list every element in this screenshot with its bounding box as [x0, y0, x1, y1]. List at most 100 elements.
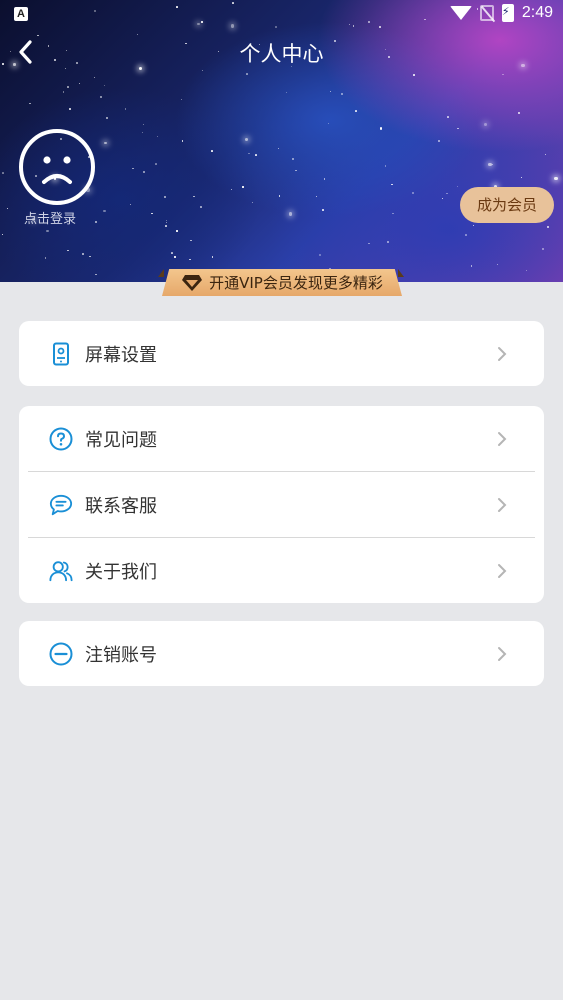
star	[246, 73, 248, 75]
star	[189, 258, 192, 261]
star	[176, 230, 178, 232]
star	[242, 186, 244, 188]
star	[457, 186, 459, 188]
star	[386, 241, 389, 244]
star	[105, 116, 109, 119]
star	[165, 221, 168, 224]
star	[201, 69, 203, 71]
star	[330, 91, 332, 93]
star	[129, 203, 132, 206]
star	[154, 162, 157, 165]
star	[125, 108, 127, 110]
sad-face-icon	[42, 156, 72, 184]
star	[141, 131, 144, 133]
star	[89, 255, 91, 258]
star	[488, 163, 492, 167]
login-link[interactable]: 点击登录	[24, 208, 76, 227]
star	[69, 108, 72, 111]
users-icon	[49, 559, 73, 583]
star	[390, 183, 393, 186]
menu-item-label: 常见问题	[85, 429, 157, 451]
star	[165, 225, 168, 227]
star	[255, 153, 258, 156]
star	[171, 252, 173, 255]
star	[200, 205, 202, 208]
vip-banner[interactable]: 开通VIP会员发现更多精彩	[162, 269, 402, 296]
phone-screen-icon	[49, 342, 73, 366]
ribbon-fold-left	[158, 269, 164, 277]
star	[368, 242, 370, 245]
vip-banner-text: 开通VIP会员发现更多精彩	[209, 274, 383, 292]
star	[28, 102, 31, 105]
star	[295, 169, 297, 172]
star	[67, 249, 69, 252]
status-bar: A 2:49	[0, 0, 563, 30]
star	[252, 201, 254, 203]
star	[163, 195, 166, 198]
menu-item-screen-settings[interactable]: 屏幕设置	[19, 321, 544, 386]
menu-item-label: 联系客服	[85, 495, 157, 517]
star	[93, 76, 95, 78]
star	[174, 256, 176, 258]
settings-card: 屏幕设置	[19, 321, 544, 386]
star	[379, 127, 382, 130]
account-card: 注销账号	[19, 621, 544, 686]
chevron-right-icon	[498, 647, 507, 661]
star	[412, 192, 415, 195]
wifi-icon	[449, 6, 472, 20]
star	[64, 67, 67, 70]
star	[190, 239, 193, 242]
star	[181, 99, 183, 101]
star	[104, 84, 106, 86]
star	[156, 135, 158, 137]
star	[63, 91, 65, 93]
star	[46, 229, 49, 232]
avatar[interactable]	[19, 129, 95, 205]
star	[1, 233, 3, 236]
star	[319, 253, 322, 256]
star	[211, 150, 213, 152]
menu-item-label: 屏幕设置	[85, 344, 157, 366]
star	[501, 73, 504, 76]
star	[7, 207, 9, 209]
star	[182, 140, 184, 142]
chevron-right-icon	[498, 498, 507, 512]
star	[37, 34, 39, 37]
star	[99, 95, 102, 98]
star	[81, 252, 84, 255]
star	[525, 269, 527, 271]
app-notification-icon: A	[14, 7, 28, 21]
menu-item-contact-support[interactable]: 联系客服	[19, 472, 544, 537]
star	[67, 86, 69, 89]
battery-charging-icon	[501, 4, 514, 22]
chevron-right-icon	[498, 564, 507, 578]
star	[328, 122, 330, 125]
star	[278, 195, 281, 197]
star	[248, 152, 250, 155]
star	[554, 176, 558, 180]
diamond-icon	[182, 274, 203, 291]
no-sim-icon	[479, 5, 494, 21]
star	[412, 74, 415, 76]
star	[544, 154, 546, 156]
star	[445, 192, 448, 195]
star	[547, 226, 549, 228]
star	[520, 177, 523, 179]
minus-circle-icon	[49, 642, 73, 666]
question-circle-icon	[49, 427, 73, 451]
menu-item-delete-account[interactable]: 注销账号	[19, 621, 544, 686]
become-member-button[interactable]: 成为会员	[460, 187, 554, 223]
star	[465, 234, 467, 237]
star	[137, 33, 139, 35]
star	[292, 158, 294, 160]
star	[245, 137, 249, 141]
menu-item-about-us[interactable]: 关于我们	[19, 538, 544, 603]
star	[324, 178, 326, 180]
star	[457, 127, 459, 130]
star	[322, 209, 325, 211]
star	[470, 265, 473, 267]
menu-item-faq[interactable]: 常见问题	[19, 406, 544, 471]
star	[285, 91, 288, 94]
chevron-right-icon	[498, 432, 507, 446]
status-time: 2:49	[521, 4, 553, 21]
